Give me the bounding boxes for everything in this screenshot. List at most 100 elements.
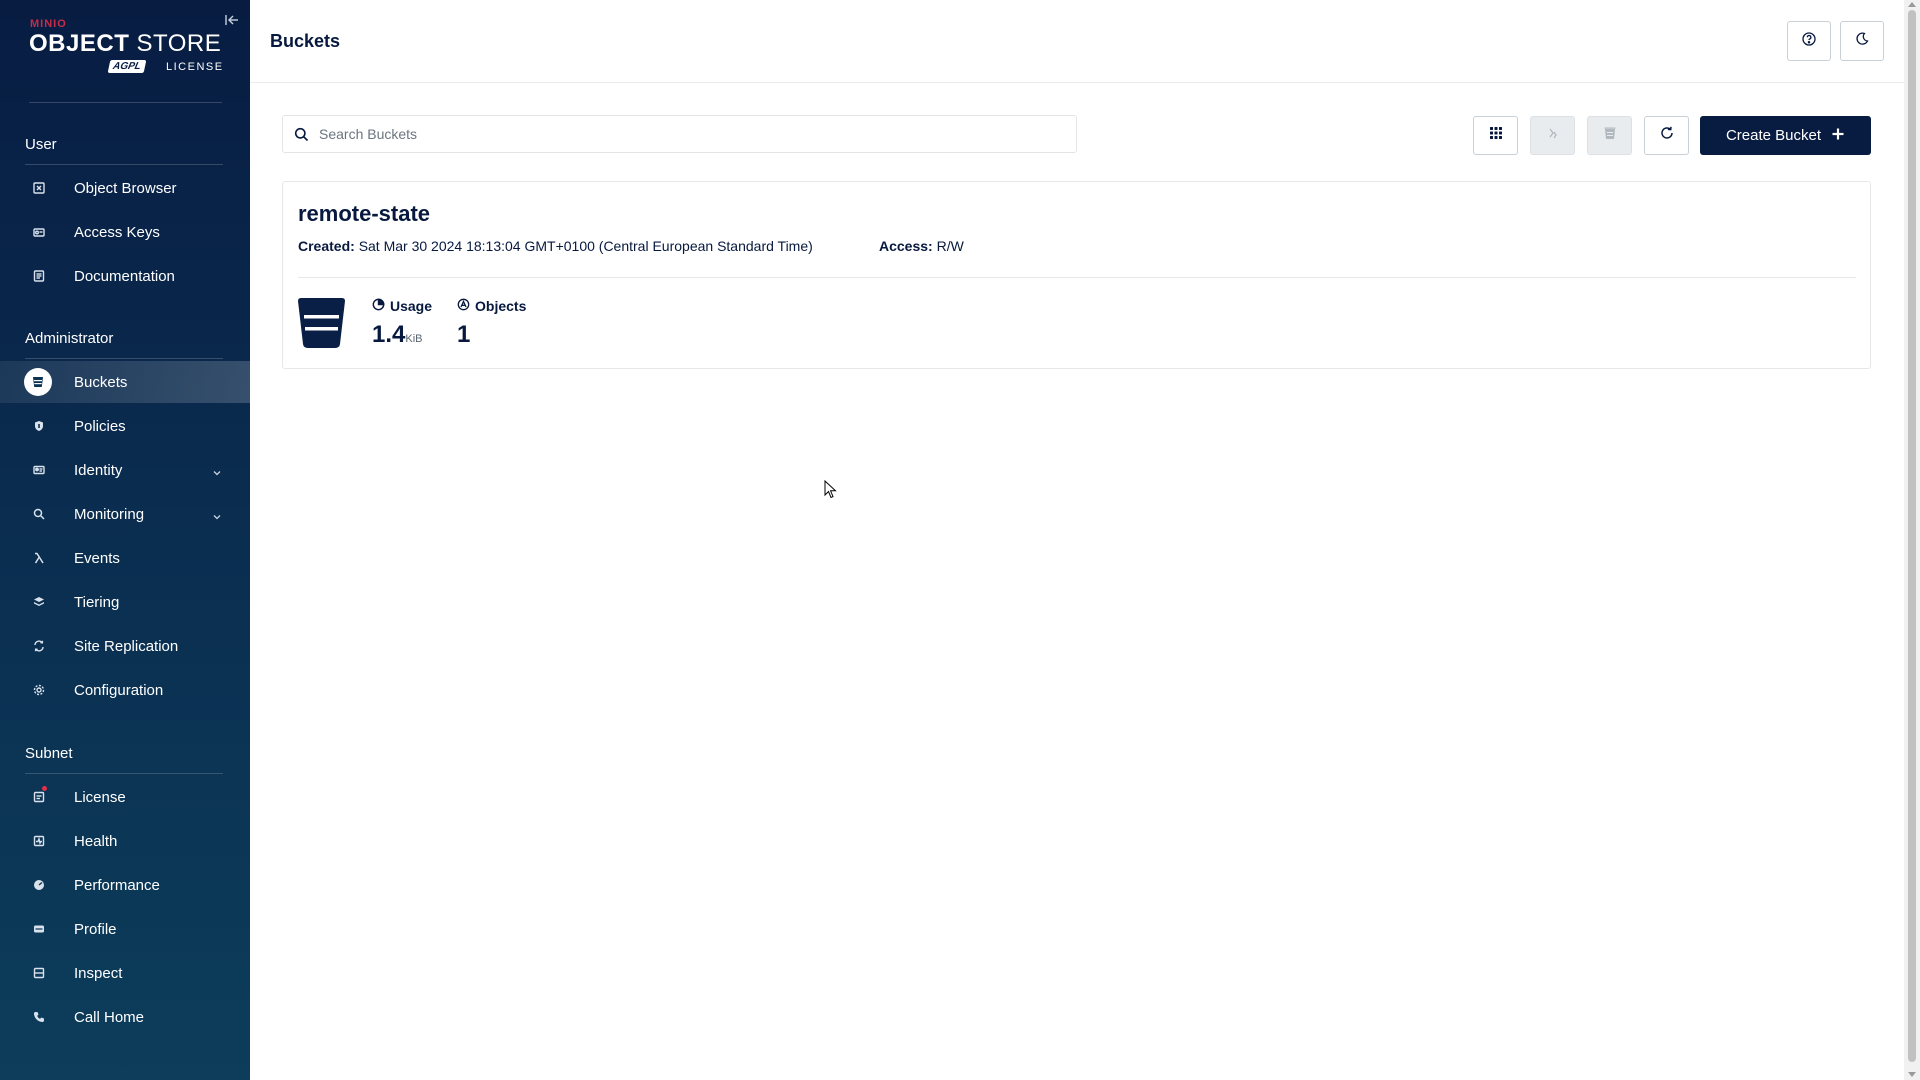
sidebar-item-buckets[interactable]: Buckets — [0, 361, 250, 403]
mouse-cursor-icon — [824, 480, 837, 499]
sidebar-item-tiering[interactable]: Tiering — [0, 581, 250, 623]
sidebar-item-documentation[interactable]: Documentation — [0, 255, 250, 297]
sidebar-item-label: Call Home — [74, 1008, 145, 1026]
section-title-administrator: Administrator — [25, 330, 114, 347]
usage-unit: KiB — [405, 333, 423, 345]
bucket-card[interactable]: remote-state Created: Sat Mar 30 2024 18… — [282, 181, 1871, 369]
grid-icon — [1488, 125, 1504, 146]
sidebar-item-object-browser[interactable]: Object Browser — [0, 167, 250, 209]
main-content: Buckets Create Bucket remote-state Creat… — [250, 0, 1904, 1080]
sidebar-item-site-replication[interactable]: Site Replication — [0, 625, 250, 667]
created-label: Created: — [298, 238, 355, 254]
objects-value: 1 — [457, 321, 471, 348]
buckets-icon — [24, 368, 52, 396]
logo-product-name: OBJECT STORE — [29, 30, 222, 57]
bucket-access: Access: R/W — [879, 238, 964, 254]
sidebar-item-monitoring[interactable]: Monitoring — [0, 493, 250, 535]
objects-icon — [457, 298, 470, 314]
sidebar-item-license[interactable]: License — [0, 776, 250, 818]
create-bucket-button[interactable]: Create Bucket — [1700, 116, 1871, 155]
sidebar-item-identity[interactable]: Identity — [0, 449, 250, 491]
sidebar-item-configuration[interactable]: Configuration — [0, 669, 250, 711]
sidebar-item-label: Object Browser — [74, 179, 177, 197]
access-label: Access: — [879, 238, 933, 254]
section-divider — [25, 773, 223, 774]
sidebar-item-label: Inspect — [74, 964, 123, 982]
help-button[interactable] — [1787, 21, 1831, 61]
bucket-icon — [298, 298, 345, 348]
theme-toggle-button[interactable] — [1840, 21, 1884, 61]
sidebar-item-profile[interactable]: Profile — [0, 908, 250, 950]
sidebar-item-access-keys[interactable]: Access Keys — [0, 211, 250, 253]
usage-icon — [372, 298, 385, 314]
replication-icon — [1545, 125, 1561, 146]
inspect-icon — [30, 964, 48, 982]
scrollbar-thumb[interactable] — [1908, 10, 1916, 1062]
chevron-down-icon[interactable] — [212, 509, 222, 520]
sidebar-item-performance[interactable]: Performance — [0, 864, 250, 906]
sidebar-item-inspect[interactable]: Inspect — [0, 952, 250, 994]
objects-label: Objects — [457, 298, 526, 314]
chevron-down-icon[interactable] — [212, 465, 222, 476]
delete-selected-button[interactable] — [1587, 116, 1632, 155]
page-title: Buckets — [270, 31, 341, 51]
sidebar-item-events[interactable]: Events — [0, 537, 250, 579]
object-browser-icon — [30, 179, 48, 197]
sidebar-item-label: Buckets — [74, 373, 128, 391]
plus-icon — [1831, 127, 1845, 145]
gear-icon — [30, 681, 48, 699]
sidebar-item-label: Performance — [74, 876, 160, 894]
section-title-subnet: Subnet — [25, 745, 73, 762]
sidebar-item-label: Monitoring — [74, 505, 145, 523]
performance-icon — [30, 876, 48, 894]
policies-icon — [30, 417, 48, 435]
search-input[interactable] — [319, 116, 1059, 152]
section-title-user: User — [25, 136, 57, 153]
help-icon — [1801, 31, 1817, 52]
section-divider — [25, 164, 223, 165]
access-value: R/W — [936, 238, 964, 254]
bucket-name[interactable]: remote-state — [298, 201, 430, 227]
sidebar-item-label: Configuration — [74, 681, 164, 699]
site-replication-icon — [30, 637, 48, 655]
replication-button[interactable] — [1530, 116, 1575, 155]
bucket-created: Created: Sat Mar 30 2024 18:13:04 GMT+01… — [298, 238, 813, 254]
sidebar-item-label: Identity — [74, 461, 123, 479]
sidebar-item-label: Policies — [74, 417, 126, 435]
sidebar-item-call-home[interactable]: Call Home — [0, 996, 250, 1038]
created-value: Sat Mar 30 2024 18:13:04 GMT+0100 (Centr… — [358, 238, 813, 254]
sidebar-item-label: Site Replication — [74, 637, 179, 655]
agpl-badge: AGPL — [107, 60, 147, 73]
sidebar-item-label: Profile — [74, 920, 117, 938]
sidebar: MINIO OBJECT STORE AGPL LICENSE User Obj… — [0, 0, 250, 1080]
vertical-scrollbar[interactable] — [1904, 0, 1920, 1080]
scroll-up-arrow-icon[interactable] — [1908, 2, 1916, 7]
scroll-down-arrow-icon[interactable] — [1908, 1072, 1916, 1077]
logo-brand-small: MINIO — [30, 18, 67, 30]
logo-divider — [29, 102, 222, 103]
moon-icon — [1854, 31, 1870, 52]
call-home-icon — [30, 1008, 48, 1026]
refresh-icon — [1659, 125, 1675, 146]
card-divider — [298, 277, 1856, 278]
collapse-sidebar-icon[interactable] — [224, 12, 240, 28]
search-box — [282, 115, 1077, 153]
list-view-button[interactable] — [1473, 116, 1518, 155]
refresh-button[interactable] — [1644, 116, 1689, 155]
sidebar-item-label: Tiering — [74, 593, 120, 611]
license-notification-dot — [42, 786, 47, 791]
logo-license-word: LICENSE — [166, 61, 224, 73]
sidebar-item-label: Health — [74, 832, 118, 850]
tiering-icon — [30, 593, 48, 611]
sidebar-item-health[interactable]: Health — [0, 820, 250, 862]
usage-label: Usage — [372, 298, 432, 314]
sidebar-item-policies[interactable]: Policies — [0, 405, 250, 447]
sidebar-item-label: Access Keys — [74, 223, 160, 241]
sidebar-item-label: License — [74, 788, 126, 806]
access-keys-icon — [30, 223, 48, 241]
section-divider — [25, 358, 223, 359]
search-icon — [294, 127, 309, 142]
usage-value: 1.4KiB — [372, 321, 423, 348]
minio-logo: MINIO OBJECT STORE AGPL LICENSE — [29, 18, 225, 80]
documentation-icon — [30, 267, 48, 285]
